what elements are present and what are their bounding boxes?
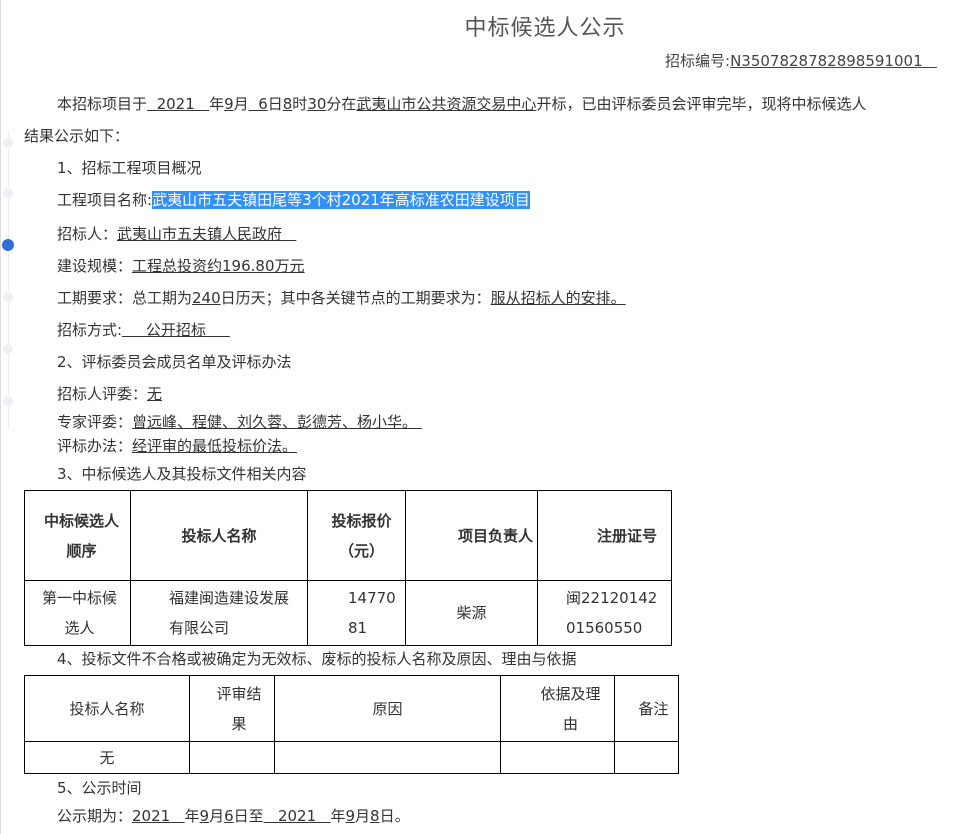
period-row: 工期要求：总工期为240日历天；其中各关键节点的工期要求为：服从招标人的安排。: [57, 289, 626, 307]
start-month: 9: [199, 807, 210, 825]
tender-number-label: 招标编号:: [665, 52, 731, 70]
header-cell: 投标报价（元）: [307, 490, 406, 581]
timeline-dot[interactable]: [3, 188, 13, 198]
tenderer-row: 招标人：武夷山市五夫镇人民政府: [57, 223, 296, 245]
header-cell: 评审结果: [189, 675, 275, 742]
table-header-row: 投标人名称 评审结果 原因 依据及理由 备注: [24, 675, 679, 742]
header-cell: 依据及理由: [500, 675, 615, 742]
timeline-dot[interactable]: [3, 344, 13, 354]
header-cell: 原因: [274, 675, 501, 742]
eval-method-row: 评标办法：经评审的最低投标价法。: [57, 437, 298, 455]
section1-heading: 1、招标工程项目概况: [57, 159, 202, 177]
end-year: 2021: [277, 807, 317, 825]
intro-year: 2021: [156, 95, 195, 113]
tender-number: 招标编号:N3507828782898591001: [665, 50, 937, 71]
page-title: 中标候选人公示: [464, 16, 626, 41]
method-value: 公开招标: [145, 321, 206, 339]
table-cell: 闽2212014201560550: [537, 580, 672, 646]
table-row: 无: [24, 741, 679, 774]
scale-value: 工程总投资约196.80万元: [132, 257, 305, 275]
timeline-dot[interactable]: [3, 138, 13, 148]
owner-judge-row: 招标人评委：无: [57, 385, 163, 403]
timeline-dot-active[interactable]: [2, 239, 14, 251]
timeline-rail: [8, 130, 9, 430]
candidate-table: 中标候选人顺序 投标人名称 投标报价（元） 项目负责人 注册证号 第一中标候选人…: [24, 490, 672, 646]
intro-line-1: 本招标项目于 2021 年9月 6日8时30分在武夷山市公共资源交易中心开标，已…: [57, 95, 867, 113]
intro-minute: 30: [307, 95, 327, 113]
publicity-period-row: 公示期为：2021 年9月6日至 2021 年9月8日。: [57, 807, 410, 825]
owner-judge-value: 无: [147, 385, 163, 403]
disqualified-table: 投标人名称 评审结果 原因 依据及理由 备注 无: [24, 675, 679, 774]
section2-heading: 2、评标委员会成员名单及评标办法: [57, 353, 292, 371]
scale-label: 建设规模：: [57, 257, 133, 275]
table-cell: 第一中标候选人: [24, 580, 131, 646]
timeline-dot[interactable]: [3, 396, 13, 406]
tenderer-value: 武夷山市五夫镇人民政府: [117, 225, 283, 243]
header-cell: 投标人名称: [24, 675, 190, 742]
tender-number-value: N3507828782898591001: [730, 52, 923, 70]
section3-heading: 3、中标候选人及其投标文件相关内容: [57, 465, 307, 483]
expert-judge-value: 曾远峰、程健、刘久蓉、彭德芳、杨小华。: [132, 413, 418, 431]
start-day: 6: [224, 807, 234, 825]
end-month: 9: [345, 807, 356, 825]
table-cell: 无: [24, 741, 190, 774]
table-cell: 柴源: [405, 580, 538, 646]
end-day: 8: [370, 807, 380, 825]
header-cell: 备注: [614, 675, 679, 742]
period-days: 240: [192, 289, 221, 307]
project-name-value[interactable]: 武夷山市五夫镇田尾等3个村2021年高标准农田建设项目: [152, 191, 530, 209]
header-cell: 注册证号: [537, 490, 672, 581]
table-cell: 福建闽造建设发展有限公司: [130, 580, 308, 646]
table-cell: [500, 741, 615, 774]
intro-hour: 8: [282, 95, 293, 113]
eval-method-value: 经评审的最低投标价法。: [132, 437, 298, 455]
section4-heading: 4、投标文件不合格或被确定为无效标、废标的投标人名称及原因、理由与依据: [57, 650, 577, 668]
intro-month: 9: [224, 95, 234, 113]
left-border: [0, 0, 1, 834]
table-cell: [189, 741, 275, 774]
method-label: 招标方式:: [57, 321, 123, 339]
header-cell: 项目负责人: [405, 490, 538, 581]
table-header-row: 中标候选人顺序 投标人名称 投标报价（元） 项目负责人 注册证号: [24, 490, 672, 581]
intro-line-2: 结果公示如下：: [24, 127, 130, 145]
project-name-row: 工程项目名称:武夷山市五夫镇田尾等3个村2021年高标准农田建设项目: [57, 189, 530, 211]
table-cell: [274, 741, 501, 774]
tenderer-label: 招标人：: [57, 225, 118, 243]
scale-row: 建设规模：工程总投资约196.80万元: [57, 255, 305, 277]
project-name-label: 工程项目名称:: [57, 191, 153, 209]
timeline-dot[interactable]: [3, 292, 13, 302]
header-cell: 中标候选人顺序: [24, 490, 131, 581]
notice-page: 中标候选人公示 招标编号:N3507828782898591001 本招标项目于…: [0, 0, 969, 834]
table-row: 第一中标候选人 福建闽造建设发展有限公司 1477081 柴源 闽2212014…: [24, 580, 672, 646]
table-cell: [614, 741, 679, 774]
period-value: 服从招标人的安排。: [490, 289, 626, 307]
intro-venue: 武夷山市公共资源交易中心: [356, 95, 537, 113]
section5-heading: 5、公示时间: [57, 779, 142, 797]
table-cell: 1477081: [307, 580, 406, 646]
header-cell: 投标人名称: [130, 490, 308, 581]
intro-day: 6: [258, 95, 268, 113]
start-year: 2021: [132, 807, 171, 825]
method-row: 招标方式: 公开招标: [57, 319, 230, 341]
expert-judge-row: 专家评委：曾远峰、程健、刘久蓉、彭德芳、杨小华。: [57, 413, 418, 431]
